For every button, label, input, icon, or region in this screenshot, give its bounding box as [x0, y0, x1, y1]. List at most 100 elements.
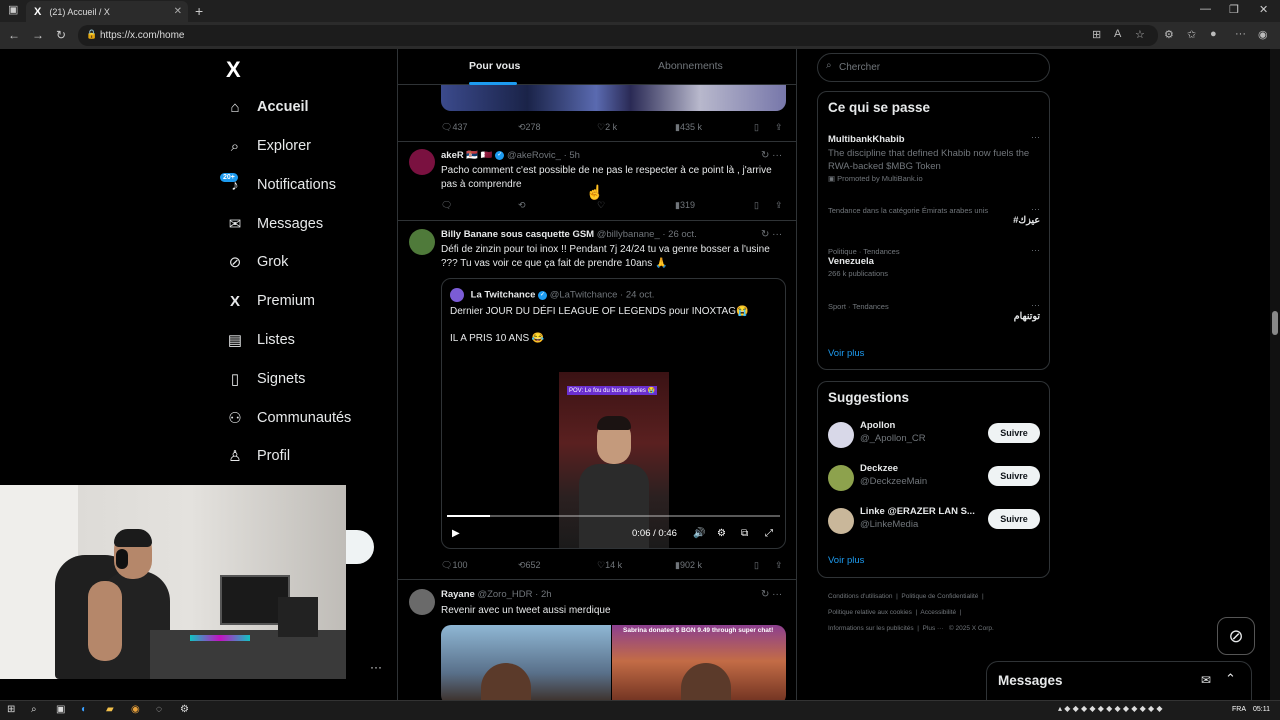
like-button[interactable]: ♡ 2 k	[597, 122, 617, 133]
trend-more-icon[interactable]: ···	[1031, 132, 1040, 142]
follow-button[interactable]: Suivre	[988, 423, 1040, 443]
suggestion-item[interactable]: Linke @ERAZER LAN S... @LinkeMedia Suivr…	[828, 506, 1040, 536]
settings-icon[interactable]: ⚙	[717, 528, 726, 539]
trend-more-icon[interactable]: ···	[1031, 300, 1040, 310]
bookmark-icon[interactable]: ▯	[754, 560, 759, 571]
new-message-icon[interactable]: ✉	[1201, 673, 1211, 687]
close-window-button[interactable]: ✕	[1259, 3, 1268, 16]
edge-icon[interactable]: ◐	[81, 704, 87, 715]
sidebar-item-signets[interactable]: ▯ Signets	[226, 364, 306, 394]
follow-button[interactable]: Suivre	[988, 466, 1040, 486]
profile-avatar-icon[interactable]: ●	[1210, 28, 1217, 40]
tweet-author-name[interactable]: akeR 🇷🇸 🇶🇦	[441, 150, 493, 161]
views-button[interactable]: ▮ 319	[675, 200, 695, 211]
extension-icon[interactable]: ⚙	[1164, 28, 1174, 41]
tab-abonnements[interactable]: Abonnements	[658, 60, 723, 72]
trend-item[interactable]: MultibankKhabib The discipline that defi…	[828, 132, 1040, 183]
suggestion-item[interactable]: Apollon @_Apollon_CR Suivre	[828, 420, 1040, 450]
footer-link[interactable]: Conditions d'utilisation	[828, 593, 892, 600]
clock[interactable]: 05:11	[1253, 706, 1270, 713]
tweet-handle[interactable]: @Zoro_HDR · 2h	[477, 589, 551, 600]
share-icon[interactable]: ⇪	[775, 560, 783, 571]
sidebar-item-explorer[interactable]: ⌕ Explorer	[226, 131, 311, 161]
avatar[interactable]	[409, 589, 435, 615]
tab-actions-icon[interactable]: ▣	[8, 3, 18, 16]
page-scrollbar[interactable]	[1270, 49, 1280, 700]
reply-button[interactable]: 🗨	[441, 200, 452, 211]
trend-more-icon[interactable]: ···	[1031, 204, 1040, 214]
app-icon[interactable]: ◌	[156, 704, 162, 715]
search-icon[interactable]: ⌕	[31, 704, 37, 715]
forward-icon[interactable]: →	[32, 28, 44, 42]
video-player[interactable]: POV: Le fou du bus te parles 😭	[559, 372, 669, 548]
app-icon[interactable]: ⊞	[1092, 28, 1101, 41]
bookmark-icon[interactable]: ▯	[754, 200, 759, 211]
read-aloud-icon[interactable]: A	[1114, 28, 1121, 40]
views-button[interactable]: ▮ 435 k	[675, 122, 702, 133]
volume-icon[interactable]: 🔊	[693, 528, 705, 539]
back-icon[interactable]: ←	[8, 28, 20, 42]
views-button[interactable]: ▮ 902 k	[675, 560, 702, 571]
minimize-button[interactable]: —	[1200, 3, 1211, 15]
video-progress-bar[interactable]	[447, 515, 780, 517]
trend-more-icon[interactable]: ···	[1031, 245, 1040, 255]
chrome-icon[interactable]: ◉	[131, 704, 140, 715]
quoted-tweet[interactable]: La Twitchance ✓ @LaTwitchance · 24 oct. …	[441, 278, 786, 549]
see-more-trends-link[interactable]: Voir plus	[828, 348, 864, 359]
sidebar-item-profil[interactable]: ♙ Profil	[226, 441, 290, 471]
tweet-author-name[interactable]: Billy Banane sous casquette GSM	[441, 229, 594, 240]
tab-pour-vous[interactable]: Pour vous	[469, 60, 520, 72]
like-button[interactable]: ♡	[597, 200, 605, 211]
retweet-button[interactable]: ⟲	[518, 200, 526, 211]
windows-start-icon[interactable]: ⊞	[7, 704, 15, 715]
favorites-icon[interactable]: ✩	[1187, 28, 1196, 41]
tweet-more-icon[interactable]: ↻ ···	[761, 589, 782, 600]
sidebar-item-accueil[interactable]: ⌂ Accueil	[226, 92, 308, 122]
reply-button[interactable]: 🗨 437	[441, 122, 467, 133]
expand-chevron-icon[interactable]: ⌃	[1225, 671, 1236, 687]
share-icon[interactable]: ⇪	[775, 200, 783, 211]
task-view-icon[interactable]: ▣	[56, 704, 65, 715]
search-input[interactable]: ⌕ Chercher	[817, 53, 1050, 82]
footer-link[interactable]: Plus ···	[923, 625, 944, 632]
tweet-more-icon[interactable]: ↻ ···	[761, 229, 782, 240]
sidebar-item-notifications[interactable]: ♪ 20+ Notifications	[220, 170, 336, 200]
follow-button[interactable]: Suivre	[988, 509, 1040, 529]
keyboard-language[interactable]: FRA	[1232, 706, 1246, 713]
close-tab-icon[interactable]: ✕	[174, 6, 182, 17]
tweet-media[interactable]	[441, 85, 786, 111]
tweet-media[interactable]: Sabrina donated $ BGN 9.49 through super…	[441, 625, 786, 700]
post-button[interactable]	[345, 530, 374, 564]
trend-item[interactable]: Sport · Tendances توتنهام ···	[828, 300, 1040, 322]
retweet-button[interactable]: ⟲ 278	[518, 122, 541, 133]
grok-floating-button[interactable]: ⊘	[1217, 617, 1255, 655]
avatar[interactable]	[409, 149, 435, 175]
menu-dots-icon[interactable]: ···	[1235, 28, 1246, 40]
sidebar-item-listes[interactable]: ▤ Listes	[226, 325, 295, 355]
avatar[interactable]	[409, 229, 435, 255]
see-more-suggestions-link[interactable]: Voir plus	[828, 555, 864, 566]
messages-drawer[interactable]: Messages ✉ ⌃	[986, 661, 1252, 700]
tweet-handle[interactable]: @billybanane_ · 26 oct.	[597, 229, 697, 240]
play-icon[interactable]: ▶	[452, 528, 460, 539]
footer-link[interactable]: Accessibilité	[920, 609, 956, 616]
suggestion-item[interactable]: Deckzee @DeckzeeMain Suivre	[828, 463, 1040, 493]
footer-link[interactable]: Informations sur les publicités	[828, 625, 914, 632]
settings-icon[interactable]: ⚙	[180, 704, 189, 715]
trend-item[interactable]: Tendance dans la catégorie Émirats arabe…	[828, 204, 1040, 226]
sidebar-item-messages[interactable]: ✉ Messages	[226, 209, 323, 239]
copilot-icon[interactable]: ◉	[1258, 28, 1268, 41]
reply-button[interactable]: 🗨 100	[441, 560, 467, 571]
footer-link[interactable]: Politique relative aux cookies	[828, 609, 912, 616]
tweet-more-icon[interactable]: ↻ ···	[761, 150, 782, 161]
bookmark-icon[interactable]: ▯	[754, 122, 759, 133]
url-field[interactable]: 🔒 https://x.com/home	[78, 25, 1158, 46]
sidebar-item-premium[interactable]: X Premium	[226, 286, 315, 316]
tweet-handle[interactable]: @akeRovic_ · 5h	[507, 150, 580, 161]
account-menu-dots-icon[interactable]: ···	[370, 660, 382, 674]
share-icon[interactable]: ⇪	[775, 122, 783, 133]
favorite-star-icon[interactable]: ☆	[1135, 28, 1145, 41]
trend-item[interactable]: Politique · Tendances Venezuela 266 k pu…	[828, 245, 1040, 278]
maximize-button[interactable]: ❐	[1229, 3, 1239, 16]
system-tray-icons[interactable]: ▴ ◆ ◆ ◆ ◆ ◆ ◆ ◆ ◆ ◆ ◆ ◆ ◆	[1058, 704, 1163, 713]
